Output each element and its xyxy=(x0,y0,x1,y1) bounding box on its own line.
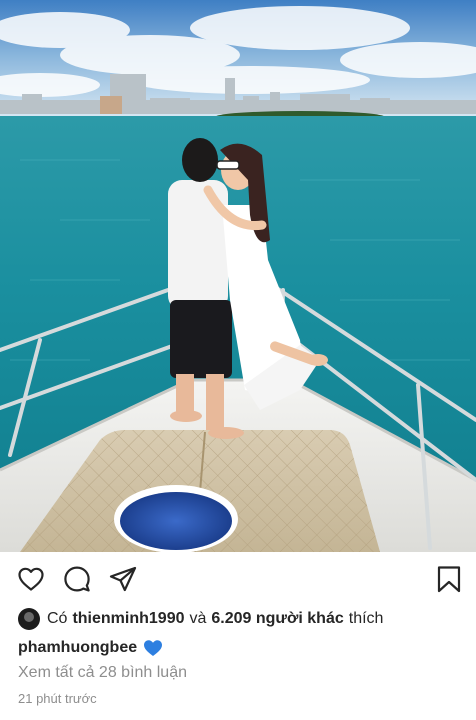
post-action-bar xyxy=(0,552,476,604)
post-caption: phamhuongbee xyxy=(18,636,163,660)
blue-heart-icon xyxy=(144,640,163,656)
post-photo[interactable] xyxy=(0,0,476,552)
post-timestamp: 21 phút trước xyxy=(18,691,97,706)
likes-connector: và xyxy=(189,610,207,627)
others-likes-link[interactable]: 6.209 người khác xyxy=(211,610,343,628)
likes-prefix: Có xyxy=(47,610,68,627)
paper-plane-icon[interactable] xyxy=(108,564,138,594)
view-all-comments-link[interactable]: Xem tất cả 28 bình luận xyxy=(18,664,187,682)
avatar[interactable] xyxy=(18,608,40,630)
likes-summary: Có thienminh1990 và 6.209 người khác thí… xyxy=(18,606,383,632)
bookmark-icon[interactable] xyxy=(434,564,464,594)
heart-outline-icon[interactable] xyxy=(16,564,46,594)
author-username-link[interactable]: phamhuongbee xyxy=(18,639,137,657)
liker-username-link[interactable]: thienminh1990 xyxy=(72,610,184,628)
comment-bubble-icon[interactable] xyxy=(62,564,92,594)
likes-suffix: thích xyxy=(348,610,384,627)
